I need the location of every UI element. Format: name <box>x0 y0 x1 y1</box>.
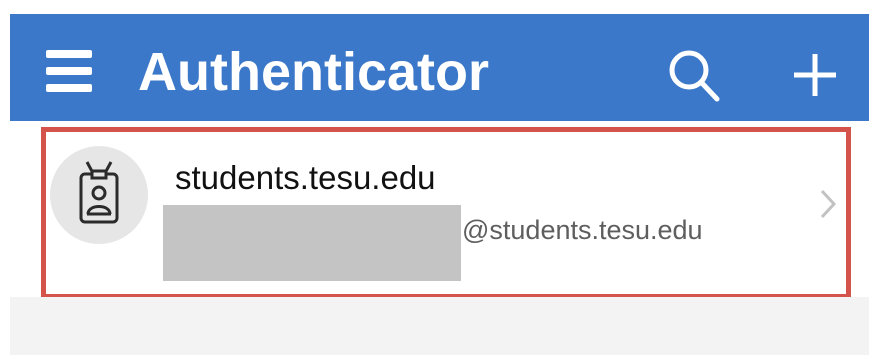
menu-line <box>46 67 92 75</box>
id-badge-icon <box>79 161 119 224</box>
chevron-right-icon[interactable] <box>818 188 838 220</box>
authenticator-screen: Authenticator students.tesu.edu @student… <box>0 0 869 355</box>
menu-line <box>46 50 92 58</box>
top-gap <box>0 0 869 14</box>
hamburger-menu-icon[interactable] <box>46 50 94 94</box>
app-title: Authenticator <box>138 42 489 102</box>
menu-line <box>46 84 92 92</box>
account-organization: students.tesu.edu <box>175 159 436 196</box>
account-email: @students.tesu.edu <box>462 215 703 245</box>
left-edge <box>0 14 10 355</box>
empty-list-area <box>10 297 869 355</box>
app-bar: Authenticator <box>10 14 869 121</box>
account-avatar <box>50 146 148 244</box>
search-icon[interactable] <box>665 46 723 104</box>
redacted-username <box>163 205 461 281</box>
plus-icon[interactable] <box>792 52 838 98</box>
